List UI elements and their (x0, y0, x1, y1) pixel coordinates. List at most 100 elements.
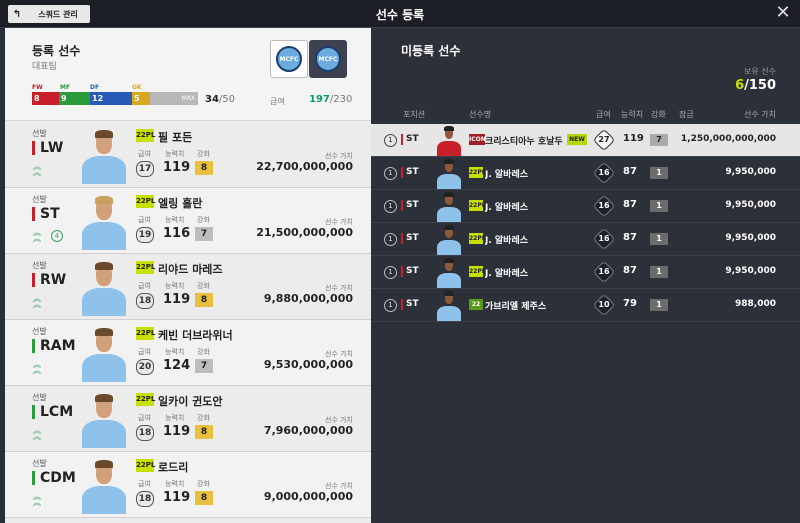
top-bar: ↰ 스쿼드 관리 선수 등록 ✕ (0, 0, 800, 28)
header-name[interactable]: 선수명 (469, 109, 491, 120)
position-count-bar: FW MF DF GK 8 9 12 5 MAX (32, 84, 198, 106)
club-badge-icon: MCFC (276, 46, 302, 72)
season-badge: 22PL (136, 327, 155, 340)
ovr-label: 능력치 (165, 282, 185, 290)
header-pay[interactable]: 급여 (596, 109, 611, 120)
ovr-value: 87 (623, 199, 637, 210)
registered-player-row[interactable]: 선발 ST ︽ ︽ 4 22PL 엘링 홀란 급여 능력치 강화 19 116 7 선수 가치 21,500… (5, 188, 371, 254)
upgrade-label: 강화 (197, 480, 210, 488)
upgrade-level: 8 (195, 425, 213, 439)
unregistered-players-panel: 미등록 선수 보유 선수 6/150 포지션 선수명 급여 능력치 강화 잠금 … (371, 28, 800, 523)
unregistered-player-row[interactable]: 1 ST 22PL J. 알바레스 16 87 1 9,950,000 (371, 157, 800, 190)
photo-hair (444, 159, 454, 164)
team-crest-dark[interactable]: MCFC (309, 40, 347, 78)
photo-body (82, 486, 126, 514)
unregistered-player-row[interactable]: 1 ST 22PL J. 알바레스 16 87 1 9,950,000 (371, 223, 800, 256)
header-ovr[interactable]: 능력치 (621, 109, 643, 120)
ovr-label: 능력치 (165, 480, 185, 488)
work-rate-icon: ︽ ︽ (33, 162, 41, 177)
registered-player-row[interactable]: 선발 LCM ︽ ︽ 22PL 일카이 귄도안 급여 능력치 강화 18 119 8 선수 가치 7,96… (5, 386, 371, 452)
ovr-value: 124 (163, 358, 191, 373)
ovr-label: 능력치 (165, 150, 185, 158)
rank-badge: 1 (384, 200, 397, 213)
starter-label: 선발 (32, 129, 47, 138)
mf-label: MF (60, 84, 71, 91)
fw-count: 8 (32, 92, 59, 105)
photo-body (82, 288, 126, 316)
registered-player-row[interactable]: 선발 CDM ︽ ︽ 22PL 로드리 급여 능력치 강화 18 119 8 선수 가치 9,000,00… (5, 452, 371, 518)
photo-hair (444, 258, 454, 263)
owned-players-label: 보유 선수 (744, 67, 776, 76)
starter-label: 선발 (32, 327, 47, 336)
player-photo-frame (434, 158, 464, 189)
upgrade-level: 8 (195, 161, 213, 175)
header-value[interactable]: 선수 가치 (744, 109, 776, 120)
ovr-value: 119 (163, 160, 191, 175)
position-label: RW (32, 273, 66, 287)
pay-value: 16 (598, 234, 610, 243)
registered-header: 등록 선수 대표팀 MCFC MCFC FW MF DF GK 8 9 12 5… (5, 28, 371, 121)
registered-player-row[interactable]: 선발 LW ︽ ︽ 22PL 필 포든 급여 능력치 강화 17 119 8 선수 가치 22,700,0… (5, 122, 371, 188)
ovr-value: 119 (623, 133, 644, 144)
team-crest-light[interactable]: MCFC (270, 40, 308, 78)
player-photo-frame (434, 290, 464, 321)
player-photo (434, 290, 464, 321)
player-photo-frame (77, 458, 131, 514)
photo-hair (95, 196, 113, 205)
player-photo (77, 392, 131, 448)
player-value: 9,950,000 (725, 200, 776, 210)
rank-badge: 1 (384, 233, 397, 246)
upgrade-level: 8 (195, 491, 213, 505)
unregistered-player-row[interactable]: 1 ST 22 가브리엘 제주스 10 79 1 988,000 (371, 289, 800, 322)
header-upgrade[interactable]: 강화 (651, 109, 666, 120)
player-value: 7,960,000,000 (263, 424, 353, 437)
season-badge: 22PL (469, 167, 486, 178)
player-name: 리야드 마레즈 (158, 263, 223, 276)
registered-player-row[interactable]: 선발 RAM ︽ ︽ 22PL 케빈 더브라위너 급여 능력치 강화 20 124 7 선수 가치 9,5… (5, 320, 371, 386)
pay-value: 16 (598, 267, 610, 276)
player-name: J. 알바레스 (485, 269, 529, 279)
page-title: 선수 등록 (375, 8, 425, 22)
header-position[interactable]: 포지션 (403, 109, 425, 120)
pay-label: 급여 (138, 348, 151, 356)
ovr-label: 능력치 (165, 348, 185, 356)
rank-badge: 1 (384, 134, 397, 147)
registered-player-row[interactable]: 선발 RW ︽ ︽ 22PL 리야드 마레즈 급여 능력치 강화 18 119 8 선수 가치 9,880… (5, 254, 371, 320)
photo-hair (444, 225, 454, 230)
player-photo (434, 158, 464, 189)
player-name: 엘링 홀란 (158, 197, 203, 210)
upgrade-level: 1 (650, 233, 668, 245)
player-name: J. 알바레스 (485, 203, 529, 213)
upgrade-level: 1 (650, 266, 668, 278)
header-lock[interactable]: 잠금 (679, 109, 694, 120)
unregistered-player-row[interactable]: 1 ST 22PL J. 알바레스 16 87 1 9,950,000 (371, 190, 800, 223)
photo-body (437, 239, 461, 255)
work-rate-icon: ︽ ︽ (33, 294, 41, 309)
fw-label: FW (32, 84, 43, 91)
player-photo-frame (77, 392, 131, 448)
position-label: ST (401, 200, 419, 211)
position-label: ST (401, 167, 419, 178)
season-badge: 22PL (136, 195, 155, 208)
close-icon[interactable]: ✕ (774, 4, 792, 22)
photo-body (437, 272, 461, 288)
player-value: 9,950,000 (725, 266, 776, 276)
player-photo (434, 224, 464, 255)
photo-body (437, 305, 461, 321)
season-badge: 22PL (469, 233, 486, 244)
salary-label: 급여 (270, 97, 285, 106)
new-badge: NEW (567, 134, 587, 145)
position-label: ST (401, 266, 419, 277)
player-name: 크리스티아누 호날두 (485, 137, 563, 147)
pay-value: 20 (136, 359, 154, 375)
upgrade-label: 강화 (197, 150, 210, 158)
ovr-value: 87 (623, 265, 637, 276)
unregistered-player-row[interactable]: 1 ST ICON 크리스티아누 호날두 NEW 27 119 7 1,250,000,000,… (371, 124, 800, 157)
position-label: ST (401, 233, 419, 244)
photo-hair (444, 192, 454, 197)
unregistered-player-row[interactable]: 1 ST 22PL J. 알바레스 16 87 1 9,950,000 (371, 256, 800, 289)
work-rate-icon: ︽ ︽ (33, 360, 41, 375)
registered-players-panel: 등록 선수 대표팀 MCFC MCFC FW MF DF GK 8 9 12 5… (5, 28, 371, 523)
table-header: 포지션 선수명 급여 능력치 강화 잠금 선수 가치 (371, 106, 800, 122)
pay-label: 급여 (138, 414, 151, 422)
